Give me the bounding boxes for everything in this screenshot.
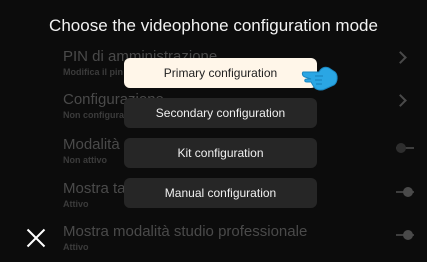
list-item-subtitle: Attivo [63, 242, 89, 252]
dialog-title: Choose the videophone configuration mode [49, 16, 378, 35]
list-item-subtitle: Non attivo [63, 155, 107, 165]
manual-configuration-button[interactable]: Manual configuration [124, 178, 317, 208]
toggle-switch [394, 143, 414, 153]
secondary-configuration-button[interactable]: Secondary configuration [124, 98, 317, 128]
kit-configuration-button[interactable]: Kit configuration [124, 138, 317, 168]
toggle-switch [394, 230, 414, 240]
primary-configuration-button[interactable]: Primary configuration [124, 58, 317, 88]
settings-list: PIN di amministrazione Modifica il pin C… [0, 0, 427, 262]
list-item: Mostra modalità studio professionale Att… [0, 223, 427, 262]
list-item-subtitle: Non configurato [63, 110, 133, 120]
toggle-knob [403, 187, 413, 197]
list-item-title: Mostra modalità studio professionale [63, 223, 308, 240]
list-item-subtitle: Modifica il pin [63, 67, 123, 77]
chevron-right-icon [394, 94, 407, 107]
toggle-knob [403, 230, 413, 240]
chevron-right-icon [394, 51, 407, 64]
close-icon[interactable] [26, 228, 46, 248]
hand-pointer-icon [301, 66, 338, 91]
toggle-knob [396, 143, 406, 153]
toggle-switch [394, 187, 414, 197]
list-item-subtitle: Attivo [63, 199, 89, 209]
screen: PIN di amministrazione Modifica il pin C… [0, 0, 427, 262]
